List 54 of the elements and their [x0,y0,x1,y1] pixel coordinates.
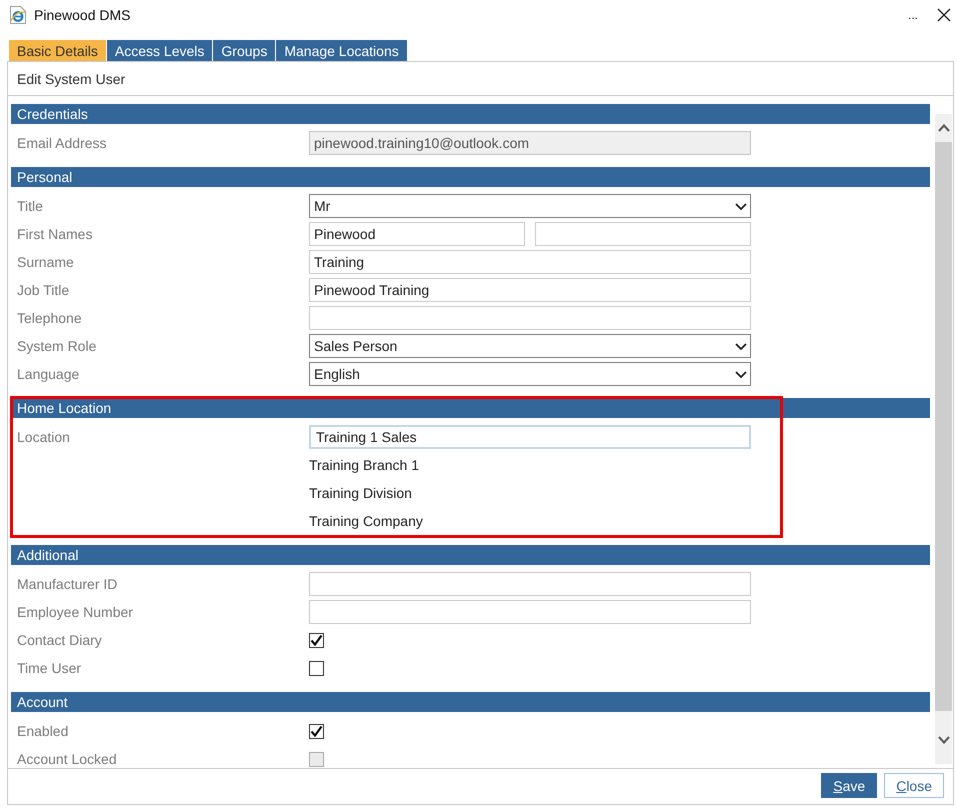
tab[interactable]: Groups [213,40,276,61]
field-label: Contact Diary [17,632,103,648]
field-label: Job Title [17,282,70,298]
text-field[interactable]: Training 1 Sales [309,425,751,449]
location-text: Training Branch 1 [309,457,419,473]
field-label: Title [17,198,44,214]
checkbox[interactable] [309,632,324,648]
field-label: Telephone [17,310,83,326]
text-field[interactable]: Pinewood [309,222,525,246]
more-options[interactable]: ... [908,8,918,22]
tab[interactable]: Access Levels [106,40,212,61]
text-field[interactable] [309,572,751,596]
close-button[interactable]: Close [884,773,944,798]
field-label: System Role [17,338,98,354]
section-header: Personal [11,167,930,187]
text-field[interactable]: Training [309,250,751,274]
text-field[interactable]: Pinewood Training [309,278,751,302]
section-header: Credentials [11,104,930,124]
chevron-down-icon[interactable] [735,370,747,378]
field-label: Employee Number [17,604,134,620]
close-icon[interactable] [937,8,951,22]
text-field[interactable] [535,222,751,246]
field-label: Email Address [17,135,108,151]
dropdown[interactable]: Mr [309,194,751,218]
location-text: Training Company [309,513,423,529]
text-field[interactable] [309,600,751,624]
field-label: Time User [17,660,82,676]
section-header: Home Location [11,398,930,418]
dropdown[interactable]: Sales Person [309,334,751,358]
chevron-down-icon[interactable] [735,342,747,350]
tab[interactable]: Manage Locations [276,40,407,61]
field-label: Location [17,429,71,445]
field-label: Enabled [17,723,70,739]
checkbox[interactable] [309,724,324,738]
checkmark-icon [310,725,323,737]
text-field[interactable] [309,306,751,330]
section-header: Account [11,692,930,712]
chevron-up-icon[interactable] [938,124,950,132]
field-label: Surname [17,254,75,270]
location-text: Training Division [309,485,412,501]
document-icon [10,6,26,24]
field-label: First Names [17,226,94,242]
section-header: Additional [11,545,930,565]
checkbox[interactable] [309,660,324,676]
field-label: Manufacturer ID [17,576,118,592]
field-label: Account Locked [17,751,118,767]
dropdown[interactable]: English [309,362,751,386]
chevron-down-icon[interactable] [735,202,747,210]
checkmark-icon [310,634,323,646]
tab[interactable]: Basic Details [9,40,106,61]
save-button[interactable]: Save [821,773,878,798]
form-heading: Edit System User [17,70,126,86]
field-label: Language [17,366,80,382]
window-title: Pinewood DMS [34,7,130,23]
